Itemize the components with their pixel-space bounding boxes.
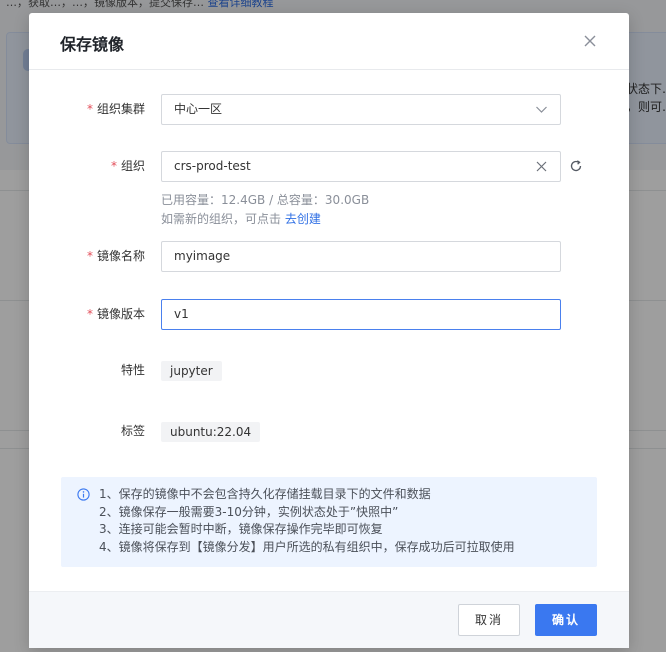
close-icon[interactable] [581,32,599,50]
clear-icon[interactable] [535,160,548,173]
required-mark: * [110,159,117,173]
cancel-button[interactable]: 取消 [458,604,520,636]
image-version-input[interactable]: v1 [161,299,561,330]
form-row-feature: 特性 jupyter [29,355,629,387]
image-version-label-text: 镜像版本 [96,307,145,321]
cluster-label-text: 组织集群 [96,102,145,116]
notice-line: 2、镜像保存一般需要3-10分钟，实例状态处于”快照中” [99,504,399,519]
form-row-image-version: * 镜像版本 v1 [29,299,629,331]
notice-line: 3、连接可能会暂时中断，镜像保存操作完毕即可恢复 [99,522,383,536]
tags-label: 标签 [120,424,145,438]
cluster-label: * 组织集群 [87,94,145,124]
confirm-button[interactable]: 确认 [535,604,597,636]
notice-lines: 1、保存的镜像中不会包含持久化存储挂载目录下的文件和数据 2、镜像保存一般需要3… [99,486,515,556]
form-row-cluster: * 组织集群 中心一区 [29,94,629,126]
org-label-text: 组织 [120,159,145,173]
cluster-select[interactable]: 中心一区 [161,94,561,125]
image-version-value: v1 [174,307,189,321]
notice-line: 4、镜像将保存到【镜像分发】用户所选的私有组织中，保存成功后可拉取使用 [99,539,515,554]
image-name-value: myimage [174,249,231,263]
required-mark: * [86,307,93,321]
org-select-value: crs-prod-test [174,159,251,173]
required-mark: * [86,102,93,116]
image-name-label: * 镜像名称 [87,241,145,271]
notice-line: 1、保存的镜像中不会包含持久化存储挂载目录下的文件和数据 [99,487,431,501]
image-name-label-text: 镜像名称 [96,249,145,263]
create-org-link[interactable]: 去创建 [285,212,321,226]
save-image-dialog: 保存镜像 * 组织集群 中心一区 * 组织 crs-prod-test 已用容量… [29,13,629,648]
org-label: * 组织 [111,151,145,181]
form-row-image-name: * 镜像名称 myimage [29,241,629,273]
info-icon [77,488,90,501]
cluster-select-value: 中心一区 [174,102,223,116]
refresh-icon[interactable] [569,159,583,173]
org-capacity-hint: 已用容量：12.4GB / 总容量：30.0GB [161,193,370,207]
chevron-down-icon [536,106,547,113]
feature-label: 特性 [120,363,145,377]
dialog-title: 保存镜像 [60,35,125,54]
feature-tag: jupyter [161,361,222,381]
image-version-label: * 镜像版本 [87,299,145,329]
org-create-hint: 如需新的组织，可点击 去创建 [161,210,321,227]
dialog-header: 保存镜像 [29,13,629,70]
form-row-org: * 组织 crs-prod-test 已用容量：12.4GB / 总容量：30.0… [29,151,629,231]
org-select[interactable]: crs-prod-test [161,151,561,182]
image-name-input[interactable]: myimage [161,241,561,272]
required-mark: * [86,249,93,263]
image-tag: ubuntu:22.04 [161,422,261,442]
form-row-tags: 标签 ubuntu:22.04 [29,416,629,448]
dialog-footer: 取消 确认 [29,591,629,648]
org-create-hint-text: 如需新的组织，可点击 [161,212,282,226]
notice-box: 1、保存的镜像中不会包含持久化存储挂载目录下的文件和数据 2、镜像保存一般需要3… [61,477,597,567]
